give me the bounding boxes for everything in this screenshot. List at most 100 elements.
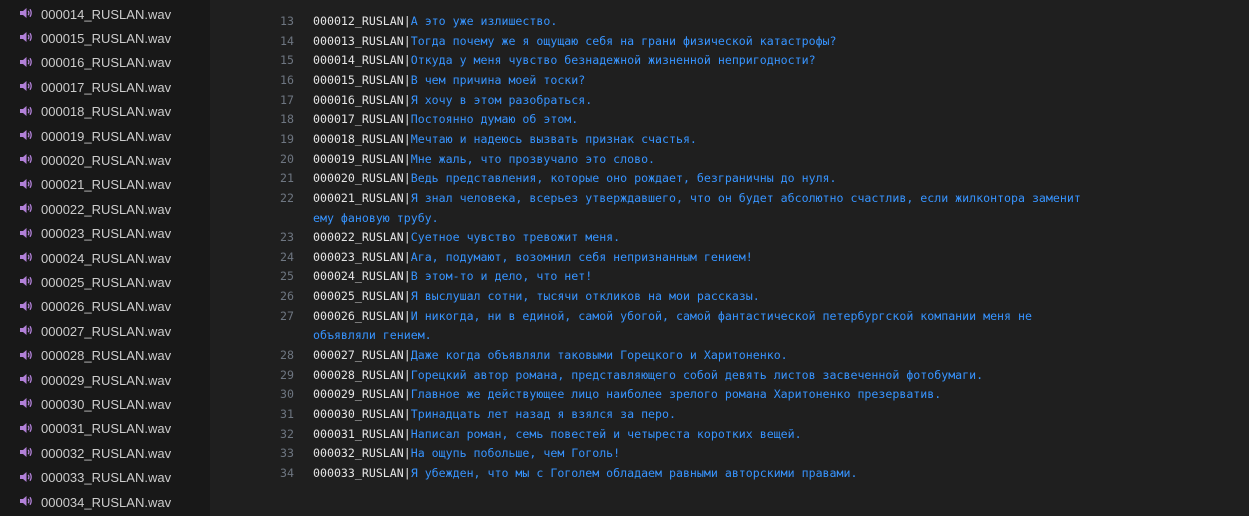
speaker-icon (19, 227, 35, 239)
separator: | (403, 269, 411, 284)
file-item[interactable]: 000024_RUSLAN.wav (0, 246, 210, 268)
transcript-text: Я убежден, что мы с Гоголем обладаем рав… (410, 465, 858, 480)
code-line[interactable]: 14 000013_RUSLAN|Тогда почему же я ощущаю… (210, 31, 1249, 51)
line-content: 000032_RUSLAN|На ощупь побольше, чем Гог… (313, 443, 620, 463)
file-name: 000025_RUSLAN.wav (41, 274, 172, 290)
code-line[interactable]: 32 000031_RUSLAN|Написал роман, семь пове… (210, 424, 1249, 444)
code-line[interactable]: 31 000030_RUSLAN|Тринадцать лет назад я в… (210, 404, 1249, 424)
code-line[interactable]: 24 000023_RUSLAN|Ага, подумают, возомнил … (210, 247, 1249, 267)
code-line[interactable]: 21 000020_RUSLAN|Ведь представления, кото… (210, 168, 1249, 188)
file-explorer: 000014_RUSLAN.wav 000015_RUSLAN.wav 000016… (0, 0, 210, 516)
speaker-icon (19, 56, 35, 68)
speaker-icon (19, 105, 35, 117)
file-name: 000032_RUSLAN.wav (41, 445, 172, 461)
file-item[interactable]: 000022_RUSLAN.wav (0, 197, 210, 219)
file-item[interactable]: 000019_RUSLAN.wav (0, 124, 210, 146)
code-line[interactable]: 19 000018_RUSLAN|Мечтаю и надеюсь вызвать… (210, 129, 1249, 149)
speaker-icon (19, 422, 35, 434)
code-line[interactable]: 20 000019_RUSLAN|Мне жаль, что прозвучало… (210, 149, 1249, 169)
code-line[interactable]: 15 000014_RUSLAN|Откуда у меня чувство бе… (210, 50, 1249, 70)
file-name: 000026_RUSLAN.wav (41, 299, 172, 315)
file-item[interactable]: 000017_RUSLAN.wav (0, 75, 210, 97)
file-item[interactable]: 000014_RUSLAN.wav (0, 2, 210, 24)
transcript-key: 000029_RUSLAN (313, 387, 404, 402)
file-name: 000031_RUSLAN.wav (41, 421, 172, 437)
code-line[interactable]: 33 000032_RUSLAN|На ощупь побольше, чем Г… (210, 443, 1249, 463)
line-number: 30 (280, 387, 294, 402)
file-name: 000030_RUSLAN.wav (41, 396, 172, 412)
code-line[interactable]: 30 000029_RUSLAN|Главное же действующее л… (210, 384, 1249, 404)
file-name: 000021_RUSLAN.wav (41, 177, 172, 193)
line-number: 26 (280, 289, 294, 304)
transcript-text: Я хочу в этом разобраться. (410, 92, 593, 107)
speaker-icon (19, 251, 35, 263)
file-item[interactable]: 000030_RUSLAN.wav (0, 392, 210, 414)
file-item[interactable]: 000034_RUSLAN.wav (0, 490, 210, 512)
code-line[interactable]: 25 000024_RUSLAN|В этом-то и дело, что не… (210, 266, 1249, 286)
file-name: 000020_RUSLAN.wav (41, 152, 172, 168)
code-line[interactable]: 22 000021_RUSLAN|Я знал человека, всерьез… (210, 188, 1249, 208)
code-line[interactable]: 23 000022_RUSLAN|Суетное чувство тревожит… (210, 227, 1249, 247)
file-item[interactable]: 000023_RUSLAN.wav (0, 222, 210, 244)
file-item[interactable]: 000032_RUSLAN.wav (0, 441, 210, 463)
code-line[interactable]: 18 000017_RUSLAN|Постоянно думаю об этом. (210, 109, 1249, 129)
file-item[interactable]: 000015_RUSLAN.wav (0, 26, 210, 48)
file-item[interactable]: 000028_RUSLAN.wav (0, 344, 210, 366)
line-number: 17 (280, 92, 294, 107)
file-item[interactable]: 000027_RUSLAN.wav (0, 319, 210, 341)
line-number: 21 (280, 171, 294, 186)
file-item[interactable]: 000031_RUSLAN.wav (0, 417, 210, 439)
transcript-text: Ага, подумают, возомнил себя непризнанны… (410, 249, 753, 264)
separator: | (403, 249, 411, 264)
file-item[interactable]: 000018_RUSLAN.wav (0, 100, 210, 122)
code-line[interactable]: 13 000012_RUSLAN|А это уже излишество. (210, 11, 1249, 31)
transcript-text: Написал роман, семь повестей и четыреста… (410, 426, 802, 441)
line-content: 000022_RUSLAN|Суетное чувство тревожит м… (313, 227, 620, 247)
code-line[interactable]: 28 000027_RUSLAN|Даже когда объявляли так… (210, 345, 1249, 365)
file-name: 000033_RUSLAN.wav (41, 470, 172, 486)
transcript-text: В чем причина моей тоски? (410, 72, 586, 87)
code-editor[interactable]: 13 000012_RUSLAN|А это уже излишество. 14 0… (210, 0, 1249, 516)
transcript-text: На ощупь побольше, чем Гоголь! (410, 446, 621, 461)
transcript-key: 000021_RUSLAN (313, 190, 404, 205)
line-content: 000014_RUSLAN|Откуда у меня чувство безн… (313, 50, 816, 70)
separator: | (403, 446, 411, 461)
file-item[interactable]: 000033_RUSLAN.wav (0, 466, 210, 488)
transcript-text: Горецкий автор романа, представляющего с… (410, 367, 984, 382)
code-line[interactable]: 29 000028_RUSLAN|Горецкий автор романа, п… (210, 365, 1249, 385)
file-item[interactable]: 000026_RUSLAN.wav (0, 295, 210, 317)
transcript-text: Я знал человека, всерьез утверждавшего, … (410, 190, 1081, 205)
file-name: 000024_RUSLAN.wav (41, 250, 172, 266)
code-line[interactable]: 34 000033_RUSLAN|Я убежден, что мы с Гого… (210, 463, 1249, 483)
code-line-wrap[interactable]: ему фановую трубу. (210, 208, 1249, 228)
separator: | (403, 308, 411, 323)
code-line[interactable]: 16 000015_RUSLAN|В чем причина моей тоски… (210, 70, 1249, 90)
code-line[interactable]: 17 000016_RUSLAN|Я хочу в этом разобратьс… (210, 90, 1249, 110)
line-number: 18 (280, 112, 294, 127)
transcript-key: 000033_RUSLAN (313, 465, 404, 480)
code-line[interactable]: 26 000025_RUSLAN|Я выслушал сотни, тысячи… (210, 286, 1249, 306)
file-item[interactable]: 000029_RUSLAN.wav (0, 368, 210, 390)
file-name: 000018_RUSLAN.wav (41, 104, 172, 120)
file-item[interactable]: 000021_RUSLAN.wav (0, 173, 210, 195)
speaker-icon (19, 153, 35, 165)
line-content: 000029_RUSLAN|Главное же действующее лиц… (313, 384, 941, 404)
separator: | (403, 72, 411, 87)
separator: | (403, 230, 411, 245)
separator: | (403, 367, 411, 382)
transcript-text: Постоянно думаю об этом. (410, 112, 579, 127)
file-item[interactable]: 000025_RUSLAN.wav (0, 270, 210, 292)
line-number: 23 (280, 230, 294, 245)
file-name: 000017_RUSLAN.wav (41, 79, 172, 95)
file-item[interactable]: 000016_RUSLAN.wav (0, 51, 210, 73)
separator: | (403, 53, 411, 68)
file-item[interactable]: 000020_RUSLAN.wav (0, 148, 210, 170)
code-line-wrap[interactable]: объявляли гением. (210, 325, 1249, 345)
file-name: 000023_RUSLAN.wav (41, 226, 172, 242)
code-line[interactable]: 27 000026_RUSLAN|И никогда, ни в единой, … (210, 306, 1249, 326)
separator: | (403, 112, 411, 127)
line-content: 000019_RUSLAN|Мне жаль, что прозвучало э… (313, 149, 655, 169)
transcript-key: 000019_RUSLAN (313, 151, 404, 166)
transcript-text: Суетное чувство тревожит меня. (410, 230, 621, 245)
line-number: 14 (280, 33, 294, 48)
